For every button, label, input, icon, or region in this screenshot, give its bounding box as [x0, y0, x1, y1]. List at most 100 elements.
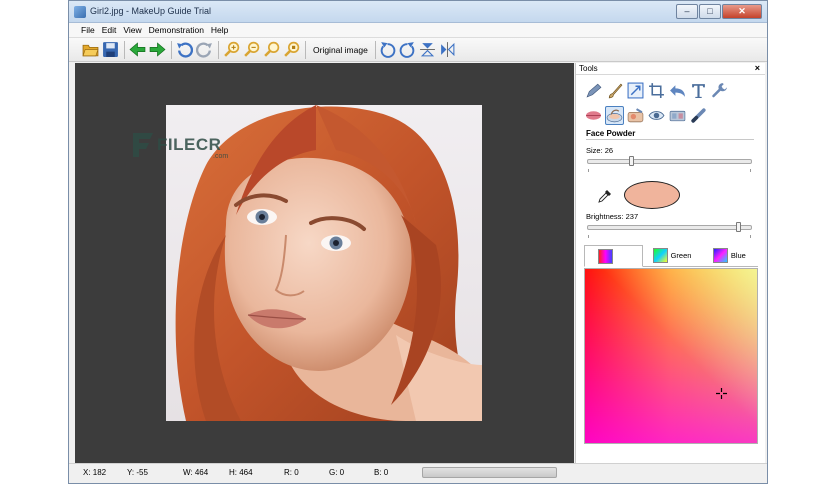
back-button[interactable] [128, 41, 146, 59]
arrow-left-icon [128, 42, 145, 57]
lips-icon [586, 111, 601, 120]
save-icon [102, 42, 118, 57]
eyeshadow-icon [669, 110, 686, 122]
tool-row-1 [584, 81, 731, 100]
tool-blush[interactable] [626, 106, 645, 125]
image-canvas[interactable]: FILECR .com [75, 63, 574, 463]
tool-undo[interactable] [668, 81, 687, 100]
status-progress-bar [422, 467, 557, 478]
zoom-out-icon [243, 41, 259, 57]
redo-icon [195, 42, 212, 58]
green-tab-icon [652, 248, 668, 263]
undo-arrow-icon [670, 85, 685, 97]
menu-demonstration[interactable]: Demonstration [149, 25, 204, 35]
watermark-logo-icon [133, 133, 153, 157]
tool-eyeshadow[interactable] [668, 106, 687, 125]
zoom-in-button[interactable] [222, 41, 240, 59]
undo-icon [176, 42, 193, 58]
status-x: X: 182 [83, 468, 107, 477]
tool-text[interactable] [689, 81, 708, 100]
color-tabs: Red Green Blue [584, 245, 758, 267]
menu-view[interactable]: View [123, 25, 141, 35]
window-title: Girl2.jpg - MakeUp Guide Trial [90, 6, 212, 16]
tool-face-powder[interactable] [605, 106, 624, 125]
tool-pencil[interactable] [584, 81, 603, 100]
window-controls: – □ ✕ [675, 4, 762, 19]
zoom-in-icon [223, 41, 239, 57]
brightness-slider-thumb[interactable] [735, 222, 741, 232]
size-slider-thumb[interactable] [628, 156, 634, 166]
tool-wrench[interactable] [710, 81, 729, 100]
toolbar: Original image [69, 38, 767, 62]
forward-button[interactable] [148, 41, 166, 59]
undo-button[interactable] [175, 41, 193, 59]
tab-green[interactable]: Green [643, 245, 700, 266]
status-b: B: 0 [374, 468, 389, 477]
tab-green-label: Green [670, 251, 692, 260]
zoom-fit-icon [263, 41, 279, 57]
tools-panel-close-button[interactable]: × [755, 63, 760, 73]
menu-bar: File Edit View Demonstration Help [69, 23, 767, 38]
watermark-text: FILECR [157, 135, 222, 154]
tab-blue[interactable]: Blue [701, 245, 758, 266]
tools-panel: Tools × Face Powder Size: 26 Brightness:… [575, 63, 765, 463]
save-button[interactable] [101, 41, 119, 59]
tool-brush[interactable] [605, 81, 624, 100]
original-image-button[interactable]: Original image [309, 45, 372, 55]
size-slider[interactable] [587, 159, 752, 164]
tool-lipstick[interactable] [584, 106, 603, 125]
zoom-out-button[interactable] [242, 41, 260, 59]
tool-mascara[interactable] [689, 106, 708, 125]
tab-red-label: Red [615, 251, 630, 261]
toolbar-separator [374, 40, 376, 59]
zoom-actual-button[interactable] [282, 41, 300, 59]
brightness-slider[interactable] [587, 225, 752, 230]
status-g: G: 0 [329, 468, 345, 477]
brightness-slider-ticks [588, 235, 751, 238]
pencil-icon [586, 83, 602, 98]
open-button[interactable] [81, 41, 99, 59]
wrench-icon [712, 83, 727, 98]
color-swatch[interactable] [624, 181, 680, 209]
tool-row-2 [584, 106, 710, 125]
mascara-icon [691, 108, 706, 123]
rotate-left-button[interactable] [379, 41, 397, 59]
rotate-right-button[interactable] [399, 41, 417, 59]
size-slider-ticks [588, 169, 751, 172]
color-picker-field[interactable] [584, 268, 758, 444]
rotate-left-icon [381, 42, 396, 58]
status-y: Y: -55 [127, 468, 148, 477]
menu-edit[interactable]: Edit [102, 25, 117, 35]
eyedropper-icon[interactable] [598, 189, 612, 203]
toolbar-separator [124, 40, 125, 59]
flip-horizontal-button[interactable] [439, 41, 457, 59]
resize-icon [627, 82, 644, 99]
tool-resize[interactable] [626, 81, 645, 100]
status-r: R: 0 [284, 468, 299, 477]
brightness-label: Brightness: 237 [586, 212, 639, 221]
tab-blue-label: Blue [730, 251, 746, 260]
tool-eye[interactable] [647, 106, 666, 125]
close-button[interactable]: ✕ [722, 4, 762, 19]
zoom-fit-button[interactable] [262, 41, 280, 59]
redo-button[interactable] [195, 41, 213, 59]
maximize-button[interactable]: □ [699, 4, 721, 19]
tool-crop[interactable] [647, 81, 666, 100]
section-title: Face Powder [586, 129, 636, 138]
zoom-actual-icon [283, 41, 299, 57]
brush-icon [608, 83, 623, 99]
text-icon [692, 84, 705, 98]
status-w: W: 464 [183, 468, 209, 477]
section-divider [586, 139, 754, 140]
crop-icon [649, 83, 664, 98]
blush-icon [627, 108, 644, 123]
tab-red[interactable]: Red [584, 245, 644, 267]
watermark: FILECR .com [131, 131, 228, 160]
status-h: H: 464 [229, 468, 253, 477]
eye-icon [648, 111, 665, 120]
flip-vertical-icon [420, 43, 436, 57]
menu-help[interactable]: Help [211, 25, 228, 35]
menu-file[interactable]: File [81, 25, 95, 35]
flip-vertical-button[interactable] [419, 41, 437, 59]
minimize-button[interactable]: – [676, 4, 698, 19]
